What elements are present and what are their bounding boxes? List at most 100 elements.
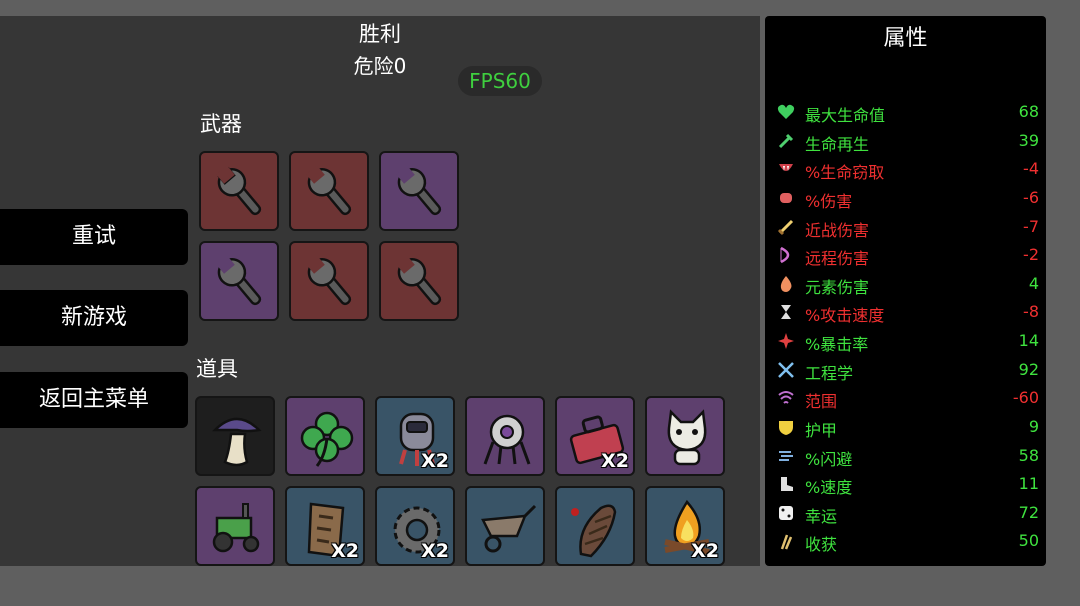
item-slot-6[interactable] (645, 396, 725, 476)
stat-row-dodge[interactable]: %闪避 58 (773, 443, 1039, 469)
stat-value: -4 (1023, 159, 1039, 178)
item-slot-2[interactable] (285, 396, 365, 476)
weapons-section-title: 武器 (200, 112, 242, 136)
stats-title: 属性 (883, 26, 928, 51)
stat-label: 护甲 (805, 421, 838, 440)
weapon-slot-2[interactable] (289, 151, 369, 231)
weapon-slot-3[interactable] (379, 151, 459, 231)
item-slot-10[interactable] (465, 486, 545, 566)
stat-row-damage[interactable]: %伤害 -6 (773, 185, 1039, 211)
bow-icon (780, 246, 790, 264)
boot-icon (781, 477, 793, 491)
wrench-icon (396, 255, 442, 306)
stat-value: -7 (1023, 217, 1039, 236)
stat-value: 11 (1018, 474, 1039, 493)
crossed-tools-icon (778, 362, 794, 378)
larva-icon (571, 504, 617, 558)
dice-icon (779, 506, 793, 520)
item-count: X2 (421, 540, 449, 562)
fps-counter: FPS60 (458, 66, 542, 96)
stat-label: 元素伤害 (805, 278, 870, 297)
stat-value: -6 (1023, 188, 1039, 207)
stat-label: %生命窃取 (805, 163, 885, 182)
stat-row-engineering[interactable]: 工程学 92 (773, 357, 1039, 383)
weapon-slot-1[interactable] (199, 151, 279, 231)
wrench-icon (306, 255, 352, 306)
stat-row-harvesting[interactable]: 收获 50 (773, 528, 1039, 554)
hourglass-icon (781, 305, 791, 319)
new-game-button[interactable]: 新游戏 (0, 290, 188, 346)
item-slot-5[interactable]: X2 (555, 396, 635, 476)
result-title: 胜利 (359, 22, 401, 46)
stat-row-armor[interactable]: 护甲 9 (773, 414, 1039, 440)
stat-label: %速度 (805, 478, 853, 497)
stat-row-attack-speed[interactable]: %攻击速度 -8 (773, 299, 1039, 325)
item-count: X2 (601, 450, 629, 472)
item-slot-3[interactable]: X2 (375, 396, 455, 476)
fangs-icon (779, 164, 793, 171)
range-icon (778, 391, 794, 404)
item-count: X2 (331, 540, 359, 562)
stat-value: 68 (1018, 102, 1039, 121)
weapon-slot-5[interactable] (289, 241, 369, 321)
stat-label: %伤害 (805, 192, 853, 211)
wrench-icon (396, 165, 442, 216)
item-slot-9[interactable]: X2 (375, 486, 455, 566)
stat-label: %闪避 (805, 450, 853, 469)
sword-icon (777, 219, 794, 236)
stat-value: 4 (1028, 274, 1039, 293)
stat-row-luck[interactable]: 幸运 72 (773, 500, 1039, 526)
stat-value: 39 (1018, 131, 1039, 150)
cat-icon (667, 409, 707, 466)
stat-label: 工程学 (805, 364, 854, 383)
stat-value: -60 (1012, 388, 1039, 407)
stat-value: -2 (1023, 245, 1039, 264)
item-slot-12[interactable]: X2 (645, 486, 725, 566)
wrench-icon (306, 165, 352, 216)
item-slot-7[interactable] (195, 486, 275, 566)
weapon-slot-6[interactable] (379, 241, 459, 321)
dodge-icon (779, 451, 793, 461)
wrench-icon (216, 165, 262, 216)
item-count: X2 (691, 540, 719, 562)
item-slot-8[interactable]: X2 (285, 486, 365, 566)
stat-row-max-hp[interactable]: 最大生命值 68 (773, 99, 1039, 125)
crit-icon (778, 333, 794, 349)
danger-level: 危险0 (353, 54, 407, 78)
fist-icon (780, 193, 792, 203)
shield-icon (779, 421, 793, 435)
stat-value: 14 (1018, 331, 1039, 350)
item-slot-4[interactable] (465, 396, 545, 476)
weapon-slot-4[interactable] (199, 241, 279, 321)
stat-label: 远程伤害 (805, 249, 870, 268)
item-slot-11[interactable] (555, 486, 635, 566)
stat-label: 范围 (805, 392, 838, 411)
run-summary-panel: 胜利 危险0 FPS60 重试 新游戏 返回主菜单 武器 道具 X2 X2 X2… (0, 16, 760, 566)
stat-value: 9 (1028, 417, 1039, 436)
retry-button[interactable]: 重试 (0, 209, 188, 265)
wheelbarrow-icon (481, 504, 537, 553)
stats-panel: 属性 最大生命值 68 生命再生 39 %生命窃取 -4 %伤害 -6 近战伤害… (765, 16, 1046, 566)
stat-label: 生命再生 (805, 135, 870, 154)
stat-row-elemental-damage[interactable]: 元素伤害 4 (773, 271, 1039, 297)
clover-icon (300, 411, 354, 467)
stat-value: -8 (1023, 302, 1039, 321)
stat-label: %暴击率 (805, 335, 869, 354)
stat-row-speed[interactable]: %速度 11 (773, 471, 1039, 497)
stat-value: 72 (1018, 503, 1039, 522)
stat-row-crit-chance[interactable]: %暴击率 14 (773, 328, 1039, 354)
stat-row-melee-damage[interactable]: 近战伤害 -7 (773, 214, 1039, 240)
stat-row-life-steal[interactable]: %生命窃取 -4 (773, 156, 1039, 182)
mushroom-hat-icon (211, 417, 262, 467)
stat-row-range[interactable]: 范围 -60 (773, 385, 1039, 411)
item-count: X2 (421, 450, 449, 472)
stat-row-ranged-damage[interactable]: 远程伤害 -2 (773, 242, 1039, 268)
stat-label: %攻击速度 (805, 306, 885, 325)
tractor-icon (212, 503, 260, 553)
syringe-icon (778, 133, 794, 149)
stat-row-hp-regen[interactable]: 生命再生 39 (773, 128, 1039, 154)
stat-label: 幸运 (805, 507, 838, 526)
heart-icon (777, 104, 795, 119)
item-slot-1[interactable] (195, 396, 275, 476)
main-menu-button[interactable]: 返回主菜单 (0, 372, 188, 428)
